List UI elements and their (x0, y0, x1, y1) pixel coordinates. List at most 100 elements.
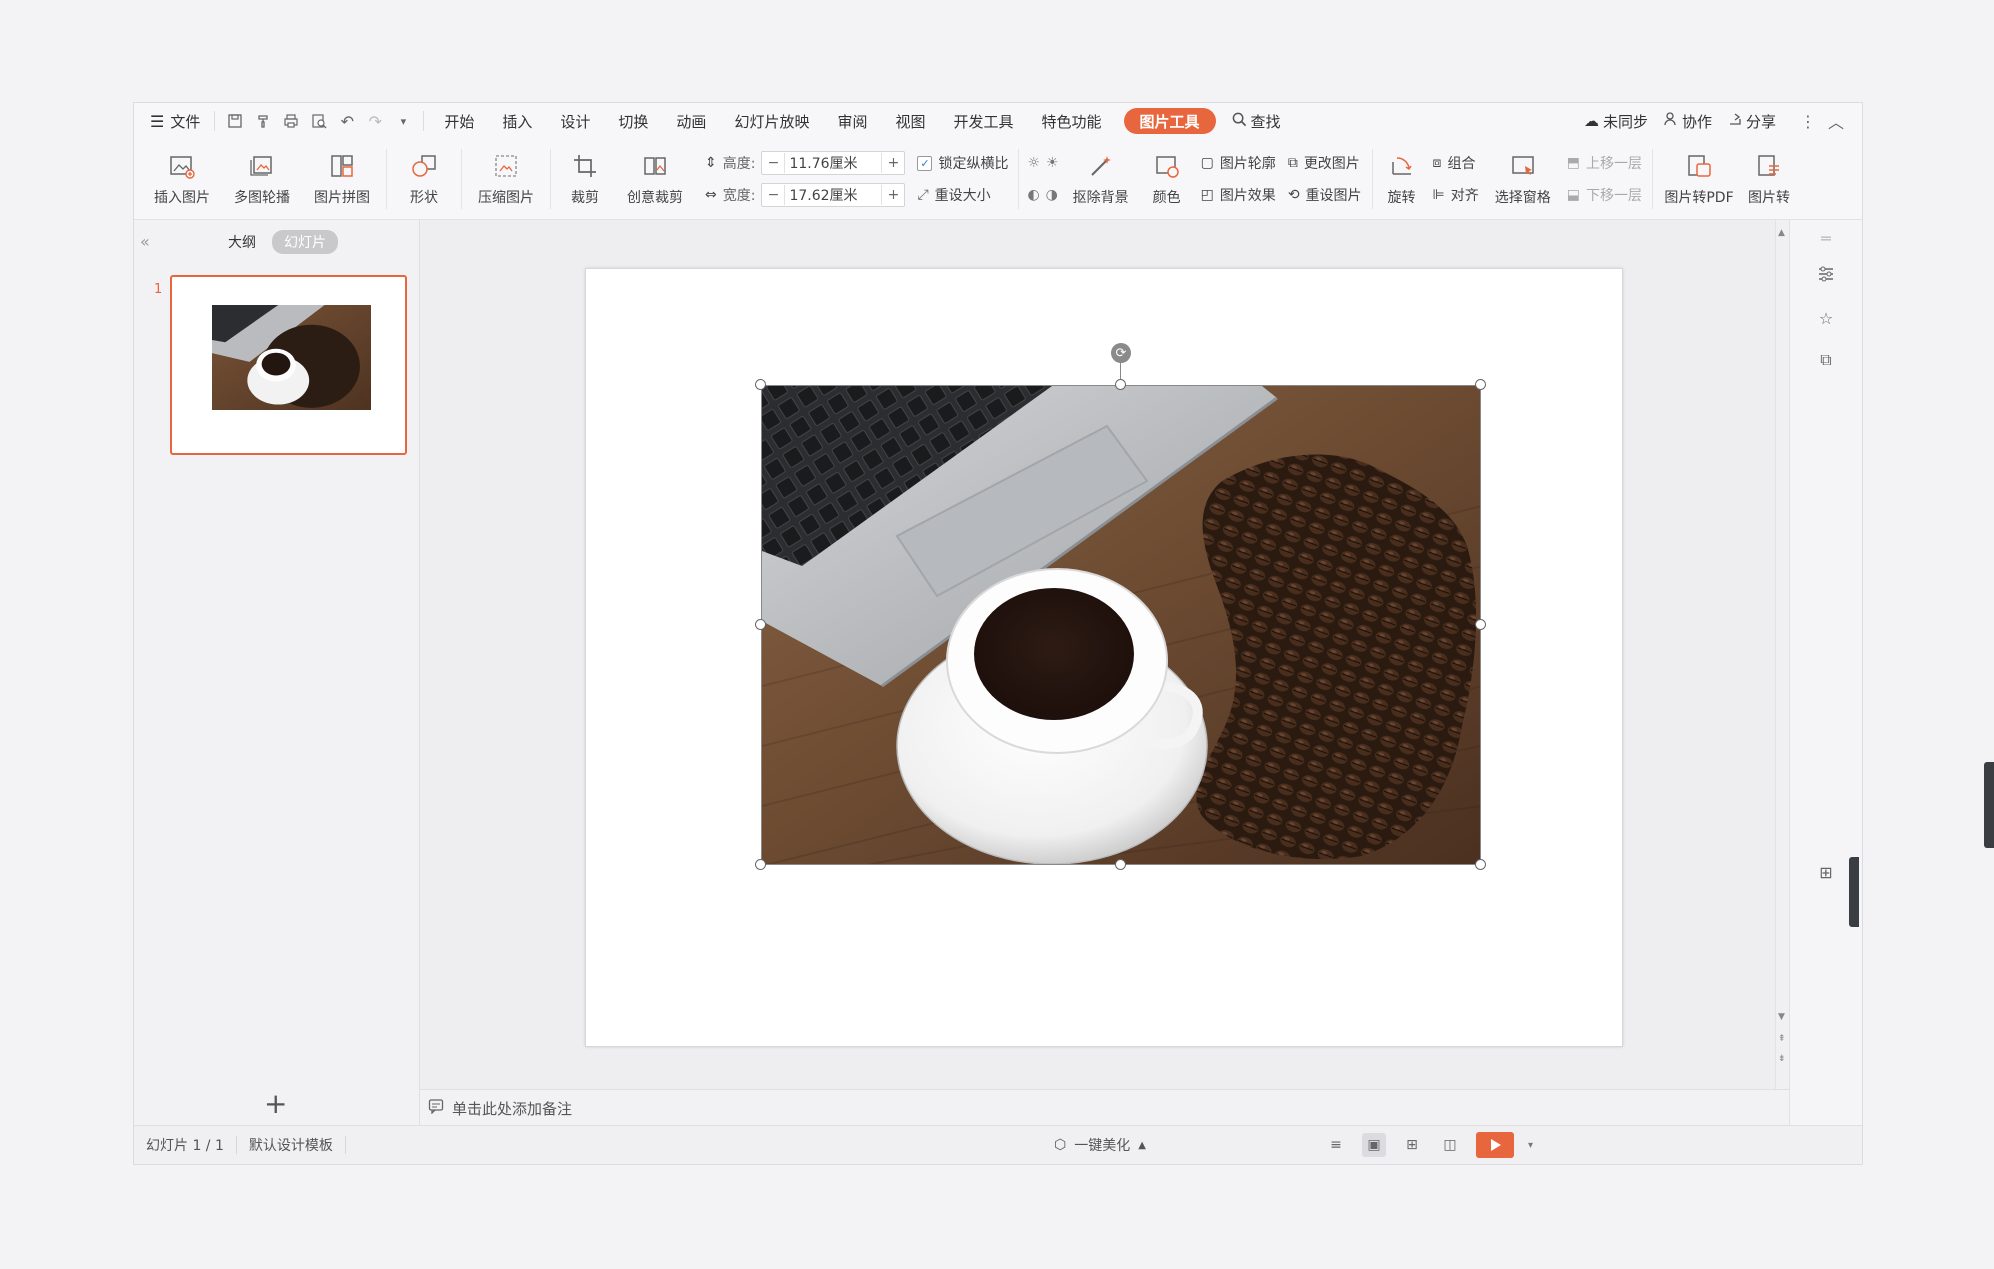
height-increase-button[interactable]: + (882, 155, 904, 171)
slide-thumbnail[interactable] (170, 275, 407, 455)
tab-view[interactable]: 视图 (881, 103, 939, 139)
drag-handle-icon[interactable]: ═ (1814, 226, 1838, 250)
rotate-button[interactable]: 旋转 (1377, 139, 1427, 219)
tab-design[interactable]: 设计 (546, 103, 604, 139)
carousel-icon (247, 151, 277, 181)
insert-picture-icon (167, 151, 197, 181)
add-slide-icon[interactable]: + (264, 1087, 287, 1120)
coffee-laptop-picture[interactable] (761, 385, 1481, 865)
scroll-down-icon[interactable]: ▼ (1778, 1012, 1785, 1022)
selected-picture[interactable]: ⟳ (755, 343, 1486, 870)
send-backward-button[interactable]: ⬓ 下移一层 (1567, 182, 1642, 208)
play-slideshow-button[interactable] (1476, 1132, 1514, 1158)
tab-transitions[interactable]: 切换 (604, 103, 662, 139)
resize-handle-bottom[interactable] (1115, 859, 1126, 870)
resize-handle-bottom-right[interactable] (1475, 859, 1486, 870)
side-widget[interactable] (1984, 762, 1994, 848)
group-button[interactable]: ⧈ 组合 (1433, 150, 1479, 176)
bring-forward-button[interactable]: ⬒ 上移一层 (1567, 150, 1642, 176)
collapse-panel-icon[interactable]: « (140, 232, 150, 251)
tab-slideshow[interactable]: 幻灯片放映 (720, 103, 823, 139)
tab-home[interactable]: 开始 (430, 103, 488, 139)
resize-handle-bottom-left[interactable] (755, 859, 766, 870)
play-options-icon[interactable]: ▾ (1528, 1140, 1533, 1151)
vertical-scrollbar[interactable]: ▲ ▼ ⇞ ⇟ (1775, 220, 1790, 1090)
width-input[interactable] (784, 185, 883, 205)
width-decrease-button[interactable]: − (762, 187, 784, 203)
picture-to-pdf-button[interactable]: 图片转PDF (1657, 139, 1741, 219)
height-input[interactable] (784, 153, 883, 173)
transition-icon[interactable]: ⧉ (1814, 348, 1838, 372)
slide-sorter-icon[interactable]: ⊞ (1400, 1133, 1424, 1157)
picture-effect-button[interactable]: ◰ 图片效果 (1201, 182, 1276, 208)
increase-contrast-icon[interactable]: ◐ (1027, 187, 1039, 203)
align-button[interactable]: ⊫ 对齐 (1433, 182, 1479, 208)
rotate-handle-icon[interactable]: ⟳ (1111, 343, 1131, 363)
save-icon[interactable] (221, 103, 249, 139)
scroll-up-icon[interactable]: ▲ (1778, 228, 1785, 238)
notes-bar[interactable]: 单击此处添加备注 (420, 1089, 1790, 1126)
more-options-icon[interactable]: ⋮ (1794, 103, 1822, 139)
selection-pane-button[interactable]: 选择窗格 (1485, 139, 1561, 219)
design-template[interactable]: 默认设计模板 (237, 1135, 345, 1155)
slide-1[interactable]: ⟳ (585, 268, 1623, 1047)
decrease-contrast-icon[interactable]: ◑ (1046, 187, 1058, 203)
resize-handle-top-left[interactable] (755, 379, 766, 390)
notes-toggle-icon[interactable]: ≡ (1324, 1133, 1348, 1157)
resize-handle-top[interactable] (1115, 379, 1126, 390)
picture-collage-button[interactable]: 图片拼图 (302, 139, 382, 219)
customize-toolbar-icon[interactable]: ▾ (389, 103, 417, 139)
properties-icon[interactable] (1814, 262, 1838, 286)
crop-button[interactable]: 裁剪 (555, 139, 615, 219)
file-menu[interactable]: ☰ 文件 (134, 103, 208, 139)
tab-insert[interactable]: 插入 (488, 103, 546, 139)
collaborate-button[interactable]: 协作 (1656, 103, 1720, 139)
prev-slide-icon[interactable]: ⇞ (1778, 1034, 1786, 1044)
width-increase-button[interactable]: + (882, 187, 904, 203)
undo-icon[interactable]: ↶ (333, 103, 361, 139)
lock-aspect-ratio-checkbox[interactable]: ✓ 锁定纵横比 (917, 150, 1008, 176)
print-preview-icon[interactable] (305, 103, 333, 139)
print-icon[interactable] (277, 103, 305, 139)
tab-slides[interactable]: 幻灯片 (272, 230, 338, 254)
tab-review[interactable]: 审阅 (823, 103, 881, 139)
side-widget[interactable] (1849, 857, 1859, 927)
compress-picture-button[interactable]: 压缩图片 (466, 139, 546, 219)
sync-status-button[interactable]: ☁ 未同步 (1576, 103, 1656, 139)
search-button[interactable]: 查找 (1224, 103, 1289, 139)
collapse-ribbon-icon[interactable]: ︿ (1822, 103, 1850, 139)
grid-view-icon[interactable]: ⊞ (1814, 860, 1838, 884)
one-click-beautify-button[interactable]: ⬡ 一键美化 ▲ (1054, 1135, 1146, 1155)
resize-handle-left[interactable] (755, 619, 766, 630)
resize-handle-right[interactable] (1475, 619, 1486, 630)
tab-special-features[interactable]: 特色功能 (1028, 103, 1116, 139)
insert-picture-button[interactable]: 插入图片 (142, 139, 222, 219)
animation-star-icon[interactable]: ☆ (1814, 306, 1838, 330)
tab-picture-tools[interactable]: 图片工具 (1123, 108, 1216, 134)
share-button[interactable]: 分享 (1720, 103, 1784, 139)
height-decrease-button[interactable]: − (762, 155, 784, 171)
reset-size-button[interactable]: ⤢ 重设大小 (917, 182, 1008, 208)
change-picture-button[interactable]: ⧉ 更改图片 (1288, 150, 1362, 176)
normal-view-icon[interactable]: ▣ (1362, 1133, 1386, 1157)
shape-button[interactable]: 形状 (391, 139, 457, 219)
redo-icon[interactable]: ↷ (361, 103, 389, 139)
tab-developer[interactable]: 开发工具 (939, 103, 1027, 139)
tab-outline[interactable]: 大纲 (222, 230, 262, 254)
tab-animations[interactable]: 动画 (662, 103, 720, 139)
format-painter-icon[interactable] (249, 103, 277, 139)
remove-background-button[interactable]: 抠除背景 (1063, 139, 1139, 219)
increase-brightness-icon[interactable]: ☼ (1027, 155, 1040, 171)
next-slide-icon[interactable]: ⇟ (1778, 1054, 1786, 1064)
resize-handle-top-right[interactable] (1475, 379, 1486, 390)
color-button[interactable]: 颜色 (1139, 139, 1195, 219)
multi-image-carousel-button[interactable]: 多图轮播 (222, 139, 302, 219)
reset-picture-button[interactable]: ⟲ 重设图片 (1288, 182, 1362, 208)
decrease-brightness-icon[interactable]: ☀ (1046, 155, 1059, 171)
compress-label: 压缩图片 (478, 190, 534, 206)
picture-to-text-button[interactable]: 图片转 (1741, 139, 1797, 219)
align-icon: ⊫ (1432, 187, 1445, 203)
reading-view-icon[interactable]: ◫ (1438, 1133, 1462, 1157)
creative-crop-button[interactable]: 创意裁剪 (615, 139, 695, 219)
picture-outline-button[interactable]: ▢ 图片轮廓 (1201, 150, 1276, 176)
